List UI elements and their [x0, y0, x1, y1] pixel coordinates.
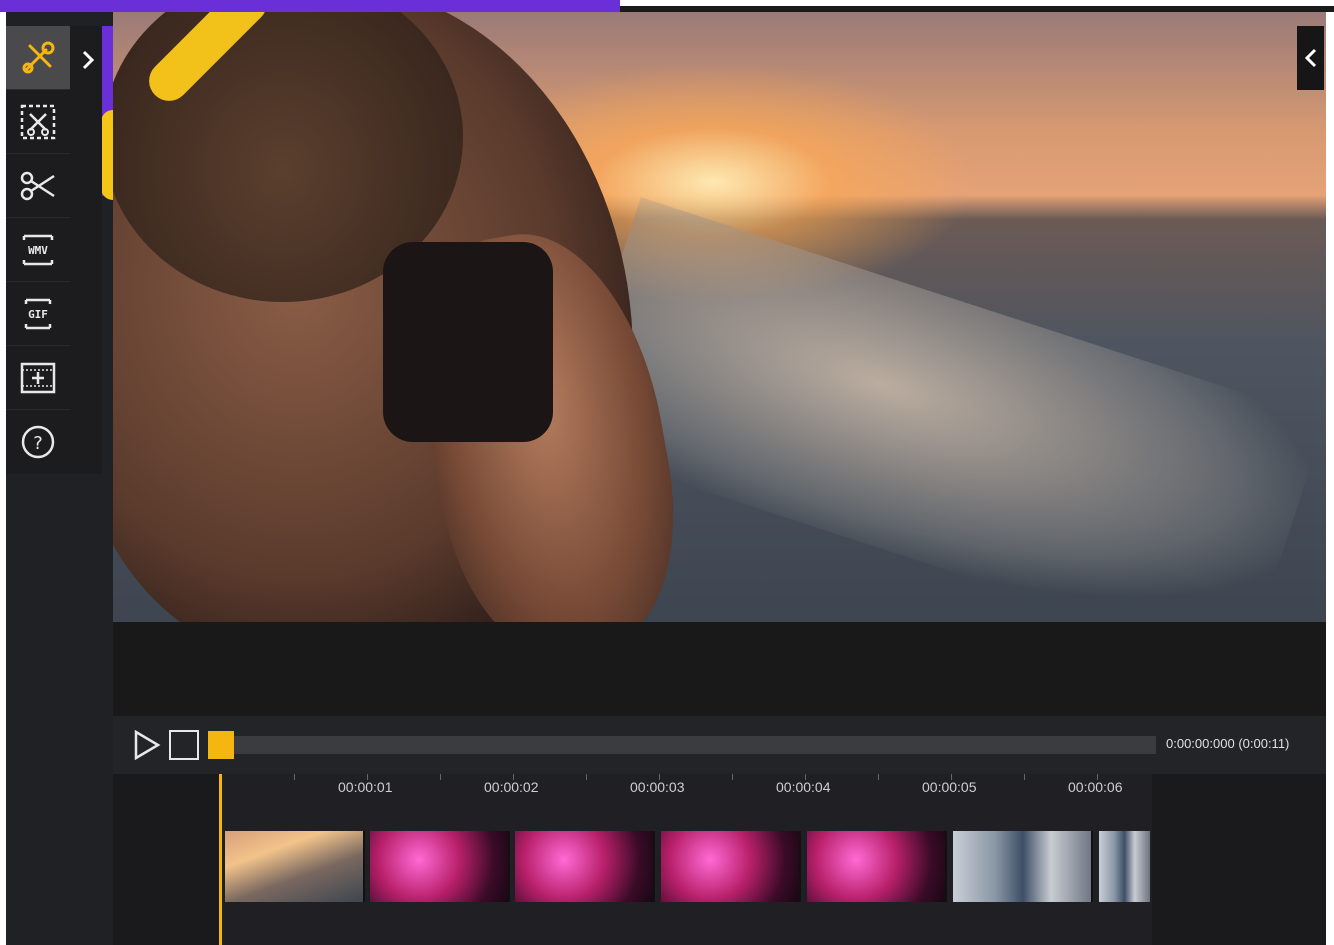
time-readout: 0:00:00:000 (0:00:11): [1166, 736, 1326, 754]
collapse-panel-button[interactable]: [1297, 26, 1324, 90]
timeline-clip-frame[interactable]: [1099, 831, 1150, 902]
ruler-label: 00:00:03: [630, 779, 685, 795]
ruler-tick: [878, 774, 879, 780]
decorative-yellow-wedge: [101, 110, 113, 200]
play-icon: [134, 729, 161, 761]
ruler-tick: [1024, 774, 1025, 780]
gif-label: GIF: [28, 308, 48, 321]
ruler-tick: [294, 774, 295, 780]
timeline-clip-frame[interactable]: [661, 831, 801, 902]
add-media-icon: [20, 362, 56, 393]
chevron-left-icon: [1304, 48, 1316, 68]
chevron-right-icon: [82, 50, 95, 70]
timeline-clip-frame[interactable]: [953, 831, 1093, 902]
preview-camera: [383, 242, 553, 442]
convert-gif-button[interactable]: GIF: [6, 282, 70, 346]
expand-strip: [72, 26, 102, 474]
ruler-label: 00:00:06: [1068, 779, 1123, 795]
ruler-label: 00:00:05: [922, 779, 977, 795]
ruler-tick: [440, 774, 441, 780]
stop-button[interactable]: [169, 730, 199, 760]
help-button[interactable]: ?: [6, 410, 70, 474]
top-accent-bar: [0, 0, 620, 12]
tools-icon: [22, 41, 55, 73]
crop-button[interactable]: [6, 90, 70, 154]
timeline-clip-frame[interactable]: [807, 831, 947, 902]
ruler-tick: [586, 774, 587, 780]
timeline-clip-frame[interactable]: [225, 831, 365, 902]
expand-sidebar-button[interactable]: [75, 36, 101, 84]
play-button[interactable]: [132, 729, 162, 761]
video-preview[interactable]: [113, 12, 1326, 622]
current-time: 0:00:00:000: [1166, 736, 1235, 751]
ruler-label: 00:00:04: [776, 779, 831, 795]
gif-convert-icon: GIF: [24, 298, 52, 329]
timeline-clip-frame[interactable]: [515, 831, 655, 902]
tools-button[interactable]: [6, 26, 70, 90]
cut-button[interactable]: [6, 154, 70, 218]
timeline-playhead[interactable]: [219, 774, 222, 945]
crop-icon: [20, 104, 56, 139]
seek-bar[interactable]: [212, 736, 1156, 754]
ruler-label: 00:00:01: [338, 779, 393, 795]
total-duration: (0:00:11): [1238, 736, 1290, 751]
wmv-convert-icon: WMV: [22, 234, 54, 265]
scissors-icon: [20, 171, 55, 200]
preview-letterbox: [113, 622, 1326, 716]
timeline-clip-frame[interactable]: [370, 831, 510, 902]
ruler-label: 00:00:02: [484, 779, 539, 795]
help-label: ?: [33, 433, 43, 454]
video-editor-window: WMV GIF ? 0:00:00:000 (0:00:11) 00:00:01…: [0, 0, 1334, 945]
seek-handle[interactable]: [208, 731, 234, 759]
add-media-button[interactable]: [6, 346, 70, 410]
convert-wmv-button[interactable]: WMV: [6, 218, 70, 282]
ruler-tick: [732, 774, 733, 780]
help-icon: ?: [21, 425, 55, 459]
wmv-label: WMV: [28, 244, 48, 257]
